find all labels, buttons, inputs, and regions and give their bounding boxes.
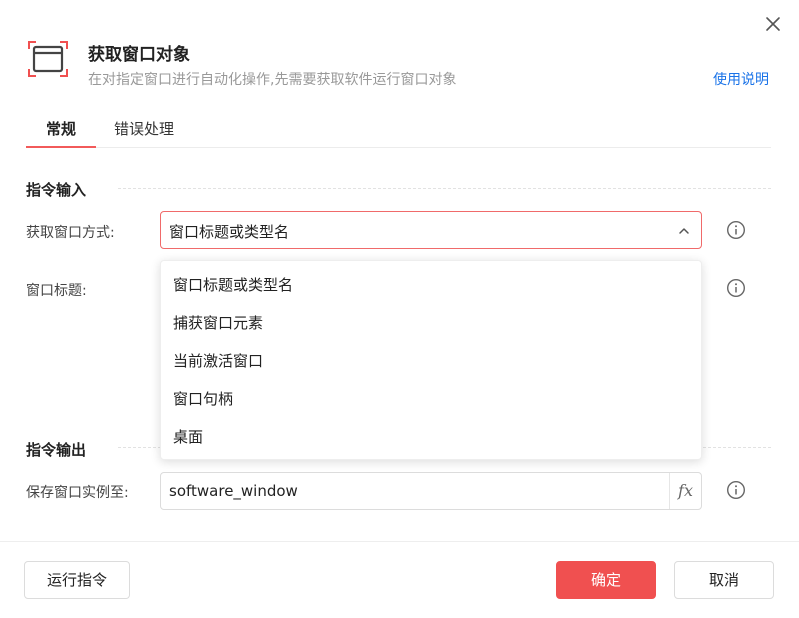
help-link[interactable]: 使用说明 xyxy=(713,69,769,89)
get-window-method-dropdown: 窗口标题或类型名 捕获窗口元素 当前激活窗口 窗口句柄 桌面 xyxy=(160,260,702,460)
close-icon xyxy=(766,17,780,31)
section-title-output: 指令输出 xyxy=(26,441,87,459)
dropdown-option[interactable]: 捕获窗口元素 xyxy=(173,308,683,338)
confirm-button[interactable]: 确定 xyxy=(556,561,656,599)
footer-divider xyxy=(0,541,799,542)
dropdown-option[interactable]: 窗口标题或类型名 xyxy=(173,270,683,300)
select-value: 窗口标题或类型名 xyxy=(169,223,290,241)
close-button[interactable] xyxy=(763,14,783,34)
dialog-subtitle: 在对指定窗口进行自动化操作,先需要获取软件运行窗口对象 xyxy=(88,72,457,88)
tab-error-handling[interactable]: 错误处理 xyxy=(114,112,174,147)
save-window-instance-input[interactable]: software_window fx xyxy=(160,472,702,510)
section-title-input: 指令输入 xyxy=(26,181,87,199)
output-variable-value: software_window xyxy=(169,482,298,500)
info-icon[interactable] xyxy=(726,220,746,240)
section-divider xyxy=(118,188,771,189)
dropdown-option[interactable]: 当前激活窗口 xyxy=(173,346,683,376)
run-command-button[interactable]: 运行指令 xyxy=(24,561,130,599)
cancel-button[interactable]: 取消 xyxy=(674,561,774,599)
chevron-up-icon xyxy=(679,228,689,234)
active-tab-indicator xyxy=(26,146,96,148)
window-capture-icon xyxy=(27,40,69,78)
field-label-save-window-instance: 保存窗口实例至: xyxy=(26,485,129,501)
get-window-method-select[interactable]: 窗口标题或类型名 xyxy=(160,211,702,249)
fx-expression-button[interactable]: fx xyxy=(669,473,701,509)
tab-general[interactable]: 常规 xyxy=(26,112,96,147)
info-icon[interactable] xyxy=(726,480,746,500)
dropdown-option[interactable]: 桌面 xyxy=(173,422,683,452)
dropdown-option[interactable]: 窗口句柄 xyxy=(173,384,683,414)
info-icon[interactable] xyxy=(726,278,746,298)
dialog-title: 获取窗口对象 xyxy=(88,45,190,65)
field-label-window-title: 窗口标题: xyxy=(26,283,87,299)
field-label-get-window-method: 获取窗口方式: xyxy=(26,225,115,241)
tab-bar: 常规 错误处理 xyxy=(26,112,771,148)
